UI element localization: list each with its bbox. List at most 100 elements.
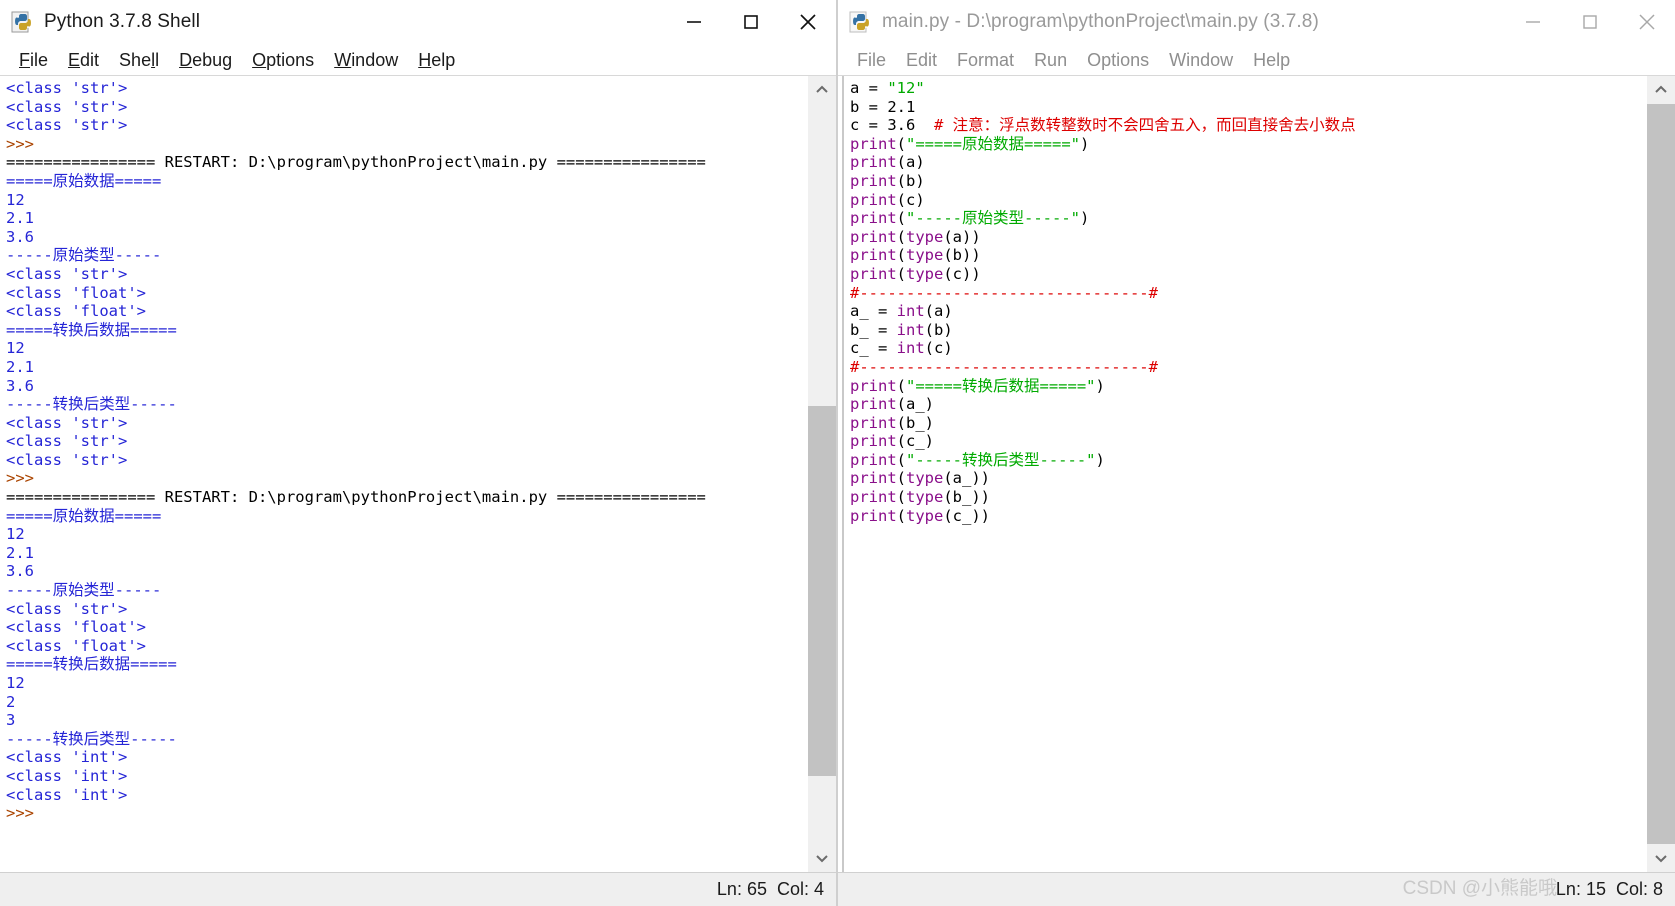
menu-item-file[interactable]: File <box>847 48 896 73</box>
maximize-icon[interactable] <box>1561 0 1618 43</box>
shell-output-segment: ================ RESTART: D:\program\pyt… <box>6 153 706 172</box>
menu-item-debug[interactable]: Debug <box>169 48 242 73</box>
editor-code-segment: # 注意：浮点数转整数时不会四舍五入，而回直接舍去小数点 <box>934 116 1356 135</box>
minimize-icon[interactable] <box>1504 0 1561 43</box>
scroll-down-arrow-icon[interactable] <box>1647 844 1675 872</box>
shell-output-line: <class 'float'> <box>6 637 806 656</box>
menu-item-options[interactable]: Options <box>242 48 324 73</box>
shell-output-line: 2.1 <box>6 358 806 377</box>
shell-output-segment: <class 'int'> <box>6 766 128 785</box>
shell-window-controls <box>665 0 836 43</box>
menu-item-options[interactable]: Options <box>1077 48 1159 73</box>
menu-item-window[interactable]: Window <box>324 48 408 73</box>
shell-output-segment: 12 <box>6 525 25 544</box>
editor-code-text[interactable]: a = "12" b = 2.1 c = 3.6 # 注意：浮点数转整数时不会四舍五… <box>842 76 1645 872</box>
shell-output-segment: <class 'int'> <box>6 748 128 767</box>
shell-output-segment: <class 'str'> <box>6 432 128 451</box>
shell-output-line: <class 'str'> <box>6 116 806 135</box>
menu-item-window[interactable]: Window <box>1159 48 1243 73</box>
editor-code-line: print(type(c)) <box>850 265 1645 284</box>
menu-item-run[interactable]: Run <box>1024 48 1077 73</box>
shell-output-segment: <class 'str'> <box>6 79 128 97</box>
shell-output-line: <class 'str'> <box>6 451 806 470</box>
editor-code-segment: c = 3.6 <box>850 116 934 135</box>
editor-titlebar[interactable]: main.py - D:\program\pythonProject\main.… <box>838 0 1675 44</box>
editor-code-segment: ( <box>896 488 907 507</box>
editor-code-segment: "=====原始数据=====" <box>906 134 1080 153</box>
shell-output-text[interactable]: <class 'str'> <class 'str'> <class 'str'> >… <box>2 76 806 872</box>
shell-output-segment: -----原始类型----- <box>6 581 162 600</box>
shell-output-segment: 2.1 <box>6 357 34 376</box>
editor-code-segment: (b)) <box>943 246 981 265</box>
editor-code-line: print(type(b)) <box>850 246 1645 265</box>
shell-output-segment: >>> <box>6 469 44 488</box>
editor-code-segment: print <box>850 395 897 414</box>
maximize-icon[interactable] <box>722 0 779 43</box>
editor-statusbar: Ln: 15 Col: 8 <box>838 872 1675 906</box>
shell-output-segment: 12 <box>6 190 25 209</box>
close-icon[interactable] <box>779 0 836 43</box>
editor-code-segment: type <box>906 227 944 246</box>
editor-code-segment: print <box>850 190 897 209</box>
editor-vertical-scrollbar[interactable] <box>1647 76 1675 872</box>
shell-output-line: ================ RESTART: D:\program\pyt… <box>6 153 806 172</box>
editor-code-segment: ( <box>896 450 907 469</box>
shell-scrollbar-thumb[interactable] <box>808 406 836 776</box>
shell-line-col-indicator: Ln: 65 Col: 4 <box>716 879 824 899</box>
menu-item-edit[interactable]: Edit <box>58 48 109 73</box>
close-icon[interactable] <box>1618 0 1675 43</box>
shell-output-line: =====原始数据===== <box>6 507 806 526</box>
menu-item-edit[interactable]: Edit <box>896 48 947 73</box>
editor-title-text: main.py - D:\program\pythonProject\main.… <box>882 10 1319 32</box>
editor-code-segment: (c)) <box>943 264 981 283</box>
editor-code-line: print(type(c_)) <box>850 507 1645 526</box>
shell-output-line: 12 <box>6 674 806 693</box>
editor-code-line: print("=====原始数据=====") <box>850 135 1645 154</box>
editor-code-segment: print <box>850 469 897 488</box>
editor-line-col-indicator: Ln: 15 Col: 8 <box>1555 879 1663 899</box>
menu-item-shell[interactable]: Shell <box>109 48 169 73</box>
editor-code-line: print(a_) <box>850 395 1645 414</box>
shell-output-segment: -----转换后类型----- <box>6 395 177 414</box>
editor-code-segment: type <box>906 488 944 507</box>
shell-titlebar[interactable]: Python 3.7.8 Shell <box>0 0 836 44</box>
shell-output-line: 2.1 <box>6 544 806 563</box>
shell-output-line: 2 <box>6 693 806 712</box>
editor-code-line: b_ = int(b) <box>850 321 1645 340</box>
editor-code-segment: int <box>896 320 925 339</box>
editor-code-segment: (a) <box>924 302 953 321</box>
editor-code-segment: "=====转换后数据=====" <box>906 376 1096 395</box>
editor-code-line: print(b) <box>850 172 1645 191</box>
scroll-up-arrow-icon[interactable] <box>1647 76 1675 104</box>
minimize-icon[interactable] <box>665 0 722 43</box>
editor-code-segment: "-----原始类型-----" <box>906 209 1080 228</box>
shell-output-line: 3.6 <box>6 562 806 581</box>
shell-output-line: 3.6 <box>6 377 806 396</box>
editor-code-segment: (a)) <box>943 227 981 246</box>
scroll-down-arrow-icon[interactable] <box>808 844 836 872</box>
scroll-up-arrow-icon[interactable] <box>808 76 836 104</box>
editor-code-segment: type <box>906 469 944 488</box>
editor-code-segment: (b) <box>924 320 953 339</box>
menu-item-format[interactable]: Format <box>947 48 1024 73</box>
shell-vertical-scrollbar[interactable] <box>808 76 836 872</box>
shell-output-line: =====转换后数据===== <box>6 655 806 674</box>
menu-item-file[interactable]: File <box>9 48 58 73</box>
editor-code-line: print("=====转换后数据=====") <box>850 377 1645 396</box>
shell-output-segment: <class 'str'> <box>6 97 128 116</box>
editor-code-line: c_ = int(c) <box>850 339 1645 358</box>
shell-output-segment: 3.6 <box>6 376 34 395</box>
shell-output-line: <class 'str'> <box>6 414 806 433</box>
shell-output-line: >>> <box>6 135 806 154</box>
editor-code-line: print(b_) <box>850 414 1645 433</box>
shell-output-segment: 2.1 <box>6 209 34 228</box>
shell-output-segment: =====转换后数据===== <box>6 655 177 674</box>
editor-scrollbar-thumb[interactable] <box>1647 104 1675 844</box>
shell-output-line: 3.6 <box>6 228 806 247</box>
editor-code-segment: b_ = <box>850 320 897 339</box>
editor-code-segment: print <box>850 246 897 265</box>
menu-item-help[interactable]: Help <box>408 48 465 73</box>
editor-code-segment: (a_) <box>896 395 934 414</box>
shell-output-segment: ================ RESTART: D:\program\pyt… <box>6 488 706 507</box>
menu-item-help[interactable]: Help <box>1243 48 1300 73</box>
